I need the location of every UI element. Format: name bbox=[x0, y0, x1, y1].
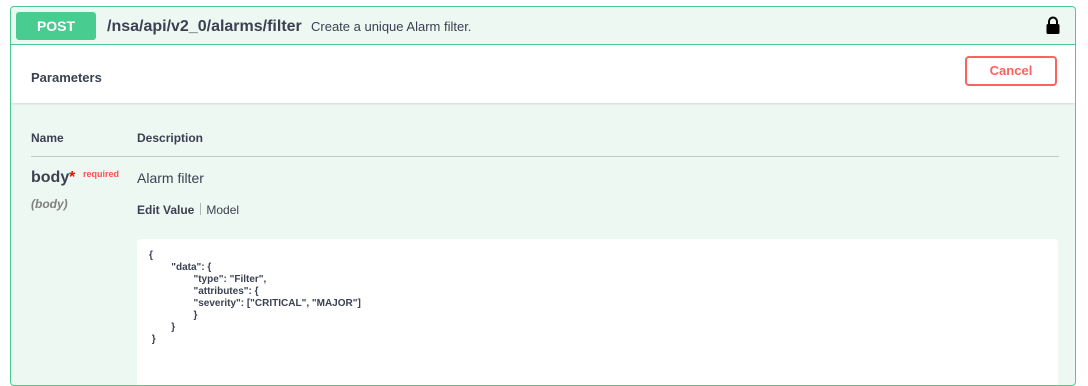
http-method-badge: POST bbox=[16, 12, 96, 40]
endpoint-path: /nsa/api/v2_0/alarms/filter bbox=[107, 18, 302, 35]
tab-edit-value[interactable]: Edit Value bbox=[137, 203, 194, 217]
parameters-title: Parameters bbox=[31, 70, 102, 85]
cancel-button[interactable]: Cancel bbox=[965, 56, 1057, 86]
code-line: } bbox=[149, 334, 156, 345]
code-line: } bbox=[149, 310, 198, 321]
code-line: { bbox=[149, 250, 153, 261]
endpoint-summary: Create a unique Alarm filter. bbox=[311, 19, 472, 34]
code-line: "data": { bbox=[149, 262, 212, 273]
code-line: "severity": ["CRITICAL", "MAJOR"] bbox=[149, 298, 361, 309]
parameter-name: body bbox=[31, 169, 70, 186]
column-header-name: Name bbox=[31, 131, 64, 145]
body-value-editor[interactable]: { "data": { "type": "Filter", "attribute… bbox=[137, 239, 1058, 385]
code-line: "attributes": { bbox=[149, 286, 259, 297]
required-label: required bbox=[83, 169, 120, 179]
tab-divider bbox=[200, 203, 202, 215]
parameters-header: Parameters Cancel bbox=[11, 45, 1075, 103]
tab-model[interactable]: Model bbox=[206, 203, 239, 217]
column-header-description: Description bbox=[137, 131, 204, 145]
body-json: { "data": { "type": "Filter", "attribute… bbox=[149, 250, 361, 346]
code-line: } bbox=[149, 322, 176, 333]
header-divider bbox=[31, 156, 1059, 157]
lock-icon[interactable] bbox=[1045, 16, 1061, 36]
required-star: * bbox=[69, 169, 76, 186]
post-operation-block: POST /nsa/api/v2_0/alarms/filter Create … bbox=[10, 6, 1076, 386]
parameter-description: Alarm filter bbox=[137, 170, 204, 186]
body-tabs: Edit Value Model bbox=[137, 203, 239, 217]
parameter-location: (body) bbox=[31, 197, 68, 211]
operation-summary-bar[interactable]: POST /nsa/api/v2_0/alarms/filter Create … bbox=[11, 7, 1075, 45]
code-line: "type": "Filter", bbox=[149, 274, 267, 285]
